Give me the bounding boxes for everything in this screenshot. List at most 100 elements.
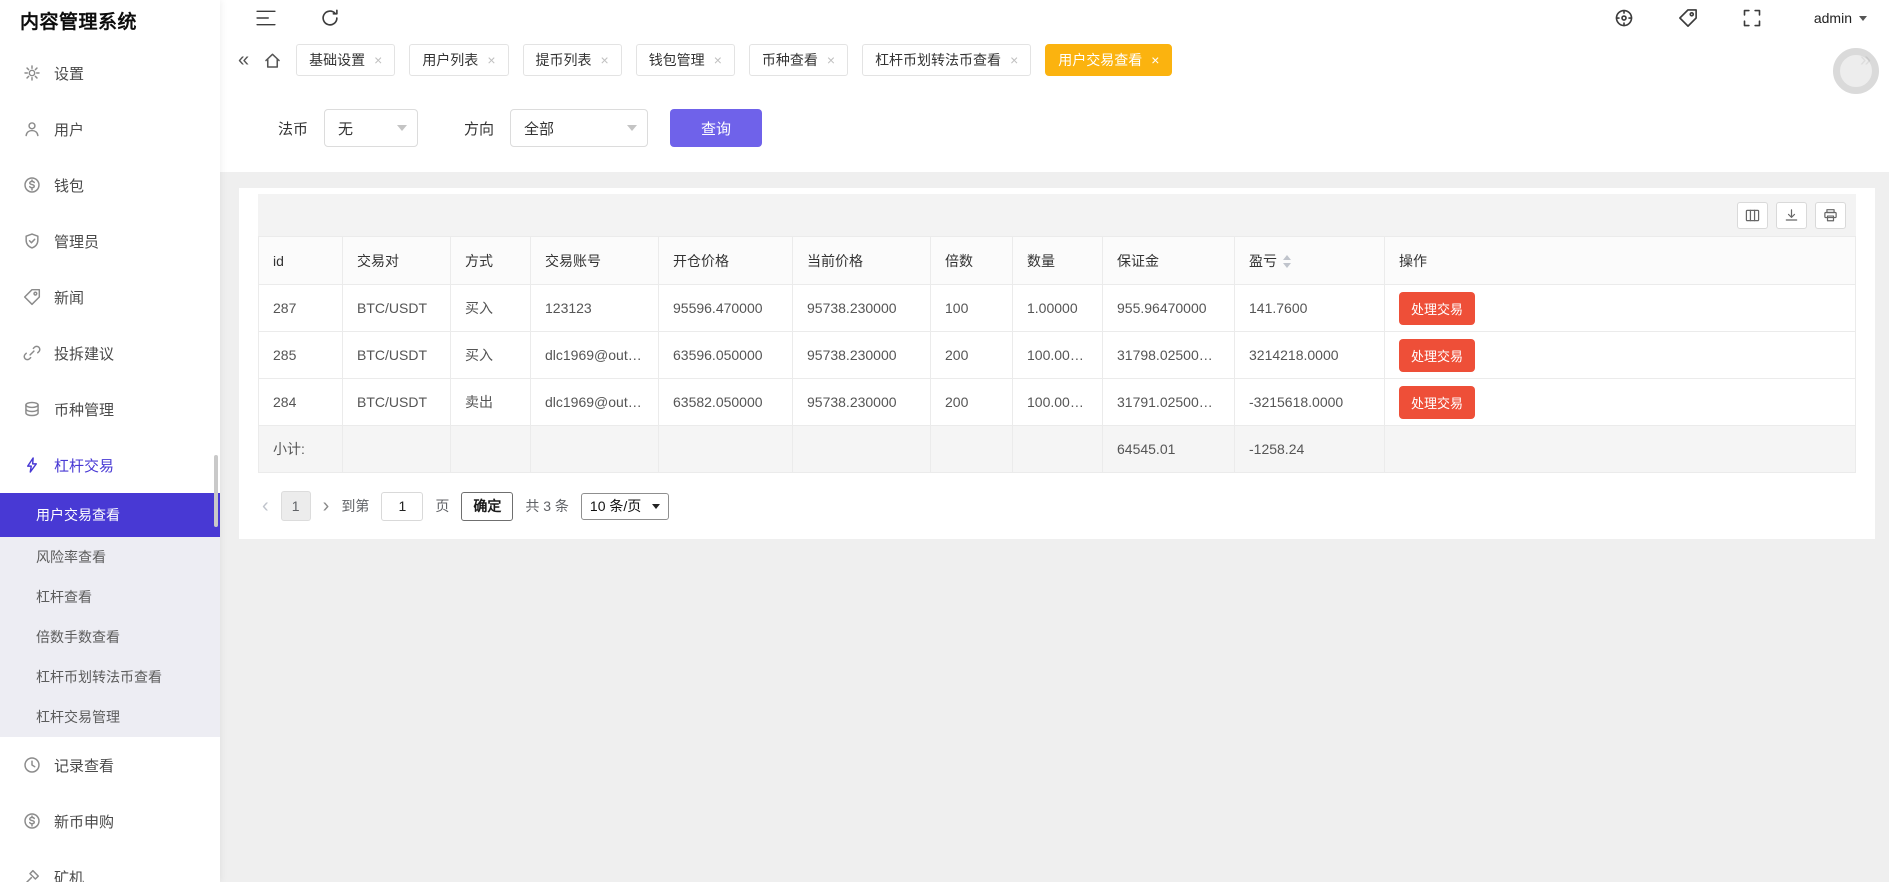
tabs-strip: 基础设置 × 用户列表 × 提币列表 × 钱包管理 × 币种查看 × 杠杆币划转法币查看 × 用户交易查…	[296, 44, 1846, 76]
table-cell: 31791.02500000	[1102, 378, 1235, 426]
tabbar: « 基础设置 × 用户列表 × 提币列表 × 钱包管理 × 币种查看 × 杠杆币划转法币查看 × 用户交…	[220, 36, 1889, 94]
close-icon[interactable]: ×	[714, 53, 722, 67]
fiat-label: 法币	[278, 120, 309, 138]
close-icon[interactable]: ×	[827, 53, 835, 67]
tab-coin-view[interactable]: 币种查看 ×	[748, 44, 849, 76]
sidebar-subitem-multiplier-lots-view[interactable]: 倍数手数查看	[0, 617, 220, 657]
link-icon	[23, 344, 41, 362]
close-icon[interactable]: ×	[374, 53, 382, 67]
close-icon[interactable]: ×	[601, 53, 609, 67]
gear-icon	[23, 64, 41, 82]
close-icon[interactable]: ×	[487, 53, 495, 67]
page-size-select[interactable]: 10 条/页	[580, 492, 670, 520]
sidebar-item-label: 记录查看	[54, 757, 115, 775]
refresh-icon[interactable]	[320, 8, 340, 28]
column-header: 当前价格	[792, 236, 931, 285]
sidebar-subitem-leverage-trade-management[interactable]: 杠杆交易管理	[0, 697, 220, 737]
theme-icon[interactable]	[1614, 8, 1634, 28]
content: 法币 无 方向 全部 查询 id 交易对 方式 交易账号 开仓价格 当前价格 倍…	[220, 84, 1889, 882]
next-page-icon[interactable]: ›	[323, 496, 330, 516]
user-menu[interactable]: admin	[1814, 10, 1867, 26]
column-settings-button[interactable]	[1737, 201, 1768, 229]
sidebar-subitem-user-trades-view[interactable]: 用户交易查看	[0, 493, 220, 537]
avatar-circle[interactable]	[1833, 48, 1879, 94]
sidebar-item-label: 设置	[54, 65, 85, 83]
sidebar-item-label: 钱包	[54, 177, 85, 195]
sidebar-item-suggestions[interactable]: 投拆建议	[0, 325, 220, 381]
fiat-select[interactable]: 无	[324, 109, 419, 147]
table-cell: BTC/USDT	[342, 331, 451, 379]
home-icon[interactable]	[263, 51, 282, 70]
goto-page-input[interactable]	[381, 491, 424, 521]
tab-basic-settings[interactable]: 基础设置 ×	[296, 44, 396, 76]
sidebar-item-admins[interactable]: 管理员	[0, 213, 220, 269]
caret-down-icon	[1859, 15, 1867, 21]
hamburger-icon[interactable]	[256, 8, 276, 28]
table-cell: 1.00000	[1012, 284, 1103, 332]
process-trade-button[interactable]: 处理交易	[1399, 385, 1476, 419]
table-cell: 285	[258, 331, 343, 379]
sidebar-item-label: 新币申购	[54, 813, 115, 831]
table-cell	[530, 425, 659, 473]
column-header: 交易对	[342, 236, 451, 285]
table-cell: 3214218.0000	[1234, 331, 1385, 379]
tab-user-trades-view[interactable]: 用户交易查看 ×	[1045, 44, 1173, 76]
sidebar-subitem-leverage-coin-to-fiat-view[interactable]: 杠杆币划转法币查看	[0, 657, 220, 697]
tab-withdraw-list[interactable]: 提币列表 ×	[522, 44, 622, 76]
sidebar-subitem-risk-rate-view[interactable]: 风险率查看	[0, 537, 220, 577]
sidebar-scrollbar[interactable]	[214, 455, 218, 527]
sidebar-item-leverage-trading[interactable]: 杠杆交易	[0, 437, 220, 493]
sidebar-item-miner[interactable]: 矿机	[0, 849, 220, 882]
prev-page-icon[interactable]: ‹	[262, 496, 269, 516]
process-trade-button[interactable]: 处理交易	[1399, 291, 1476, 325]
dollar-icon	[23, 176, 41, 194]
sidebar-item-settings[interactable]: 设置	[0, 45, 220, 101]
sidebar-item-wallet[interactable]: 钱包	[0, 157, 220, 213]
column-header: 盈亏	[1234, 236, 1385, 285]
fiat-select-value: 无	[338, 120, 354, 138]
tab-leverage-coin-to-fiat-view[interactable]: 杠杆币划转法币查看 ×	[862, 44, 1032, 76]
direction-label: 方向	[464, 120, 495, 138]
coins-icon	[23, 400, 41, 418]
tab-wallet-management[interactable]: 钱包管理 ×	[635, 44, 735, 76]
table-cell: 100.000...	[1012, 331, 1103, 379]
sidebar-item-label: 杠杆交易	[54, 457, 115, 475]
table-cell: 955.96470000	[1102, 284, 1235, 332]
print-button[interactable]	[1815, 201, 1846, 229]
sidebar-item-news[interactable]: 新闻	[0, 269, 220, 325]
header-icons	[1614, 8, 1762, 28]
topbar: admin	[220, 0, 1889, 36]
tag-icon[interactable]	[1678, 8, 1698, 28]
filter-bar: 法币 无 方向 全部 查询	[220, 84, 1889, 172]
sidebar: 内容管理系统 设置 用户 钱包 管理员 新闻 投拆建议 币种管理 杠杆交易 用户交易查看 风险率查…	[0, 0, 220, 882]
confirm-button[interactable]: 确定	[461, 491, 514, 521]
scroll-tabs-left-icon[interactable]: «	[238, 50, 249, 70]
sidebar-item-coin-management[interactable]: 币种管理	[0, 381, 220, 437]
close-icon[interactable]: ×	[1010, 53, 1018, 67]
fullscreen-icon[interactable]	[1742, 8, 1762, 28]
close-icon[interactable]: ×	[1151, 53, 1159, 67]
table-cell: -3215618.0000	[1234, 378, 1385, 426]
sidebar-subitem-leverage-view[interactable]: 杠杆查看	[0, 577, 220, 617]
sidebar-item-users[interactable]: 用户	[0, 101, 220, 157]
page-number[interactable]: 1	[280, 491, 311, 521]
query-button[interactable]: 查询	[670, 109, 763, 147]
action-cell: 处理交易	[1384, 284, 1856, 332]
table-cell: 200	[930, 331, 1013, 379]
table-cell: 卖出	[450, 378, 531, 426]
table-cell: 100.000...	[1012, 378, 1103, 426]
action-cell: 处理交易	[1384, 331, 1856, 379]
caret-down-icon	[627, 125, 638, 131]
sidebar-item-records-view[interactable]: 记录查看	[0, 737, 220, 793]
direction-select-value: 全部	[524, 120, 555, 138]
sidebar-item-new-coin-subscription[interactable]: 新币申购	[0, 793, 220, 849]
export-icon	[1784, 208, 1799, 223]
table-cell: dlc1969@outlo...	[530, 378, 659, 426]
tab-user-list[interactable]: 用户列表 ×	[409, 44, 509, 76]
process-trade-button[interactable]: 处理交易	[1399, 338, 1476, 372]
miner-icon	[23, 868, 41, 882]
sort-icon[interactable]	[1283, 255, 1291, 269]
table-cell	[658, 425, 793, 473]
export-button[interactable]	[1776, 201, 1807, 229]
direction-select[interactable]: 全部	[510, 109, 649, 147]
